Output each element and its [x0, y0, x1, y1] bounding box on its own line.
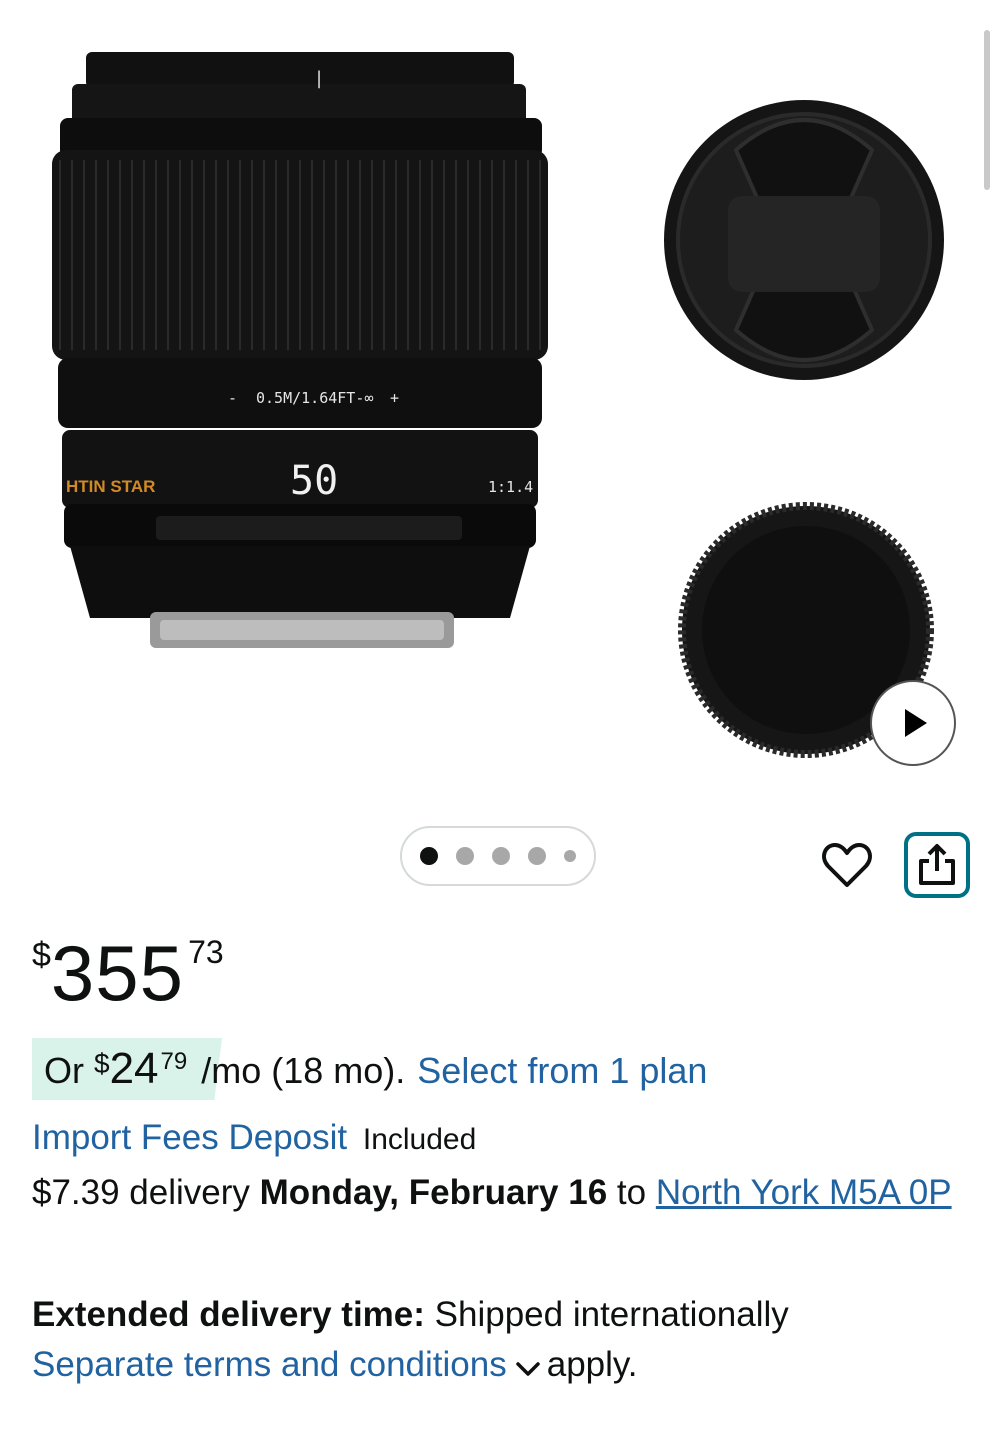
share-button[interactable] — [904, 832, 970, 898]
play-icon — [905, 709, 927, 737]
price-whole: 355 — [50, 929, 185, 1017]
extended-delivery-text: Shipped internationally — [434, 1295, 789, 1334]
terms-link[interactable]: Separate terms and conditions — [32, 1345, 507, 1384]
carousel-dot-1[interactable] — [420, 847, 438, 865]
price-fraction: 73 — [188, 934, 224, 970]
lens-focus-scale: 0.5M/1.64FT-∞ — [256, 389, 373, 407]
delivery-date: Monday, February 16 — [259, 1173, 608, 1212]
delivery-to: to — [616, 1173, 647, 1212]
price-currency: $ — [32, 936, 51, 974]
terms-apply-text: apply. — [546, 1345, 638, 1384]
heart-icon — [822, 843, 872, 887]
installment-whole: 24 — [109, 1044, 159, 1093]
carousel-dot-5[interactable] — [564, 850, 576, 862]
svg-text:-: - — [228, 389, 237, 407]
carousel-dot-3[interactable] — [492, 847, 510, 865]
lens-brand: HTIN STAR — [66, 477, 155, 496]
select-plan-link[interactable]: Select from 1 plan — [417, 1050, 707, 1092]
price: $ 355 73 — [32, 928, 224, 1018]
svg-text:+: + — [390, 389, 399, 407]
import-fees-status: Included — [362, 1123, 477, 1156]
delivery-location-link[interactable]: North York M5A 0P — [656, 1173, 952, 1212]
front-cap-image — [664, 100, 944, 380]
import-fees: Import Fees Deposit Included — [32, 1118, 476, 1158]
installment-fraction: 79 — [160, 1048, 188, 1075]
product-image-gallery[interactable]: | - 0.5M/1.64FT-∞ + 50 HTIN STAR 1:1.4 — [0, 0, 998, 800]
chevron-down-icon[interactable] — [515, 1342, 541, 1392]
installment-currency: $ — [94, 1048, 110, 1079]
play-video-button[interactable] — [870, 680, 956, 766]
add-to-list-button[interactable] — [820, 838, 874, 892]
image-carousel-indicator[interactable] — [400, 826, 596, 886]
extended-delivery-label: Extended delivery time: — [32, 1295, 425, 1334]
carousel-dot-2[interactable] — [456, 847, 474, 865]
installment-suffix: /mo (18 mo). — [201, 1050, 406, 1091]
carousel-dot-4[interactable] — [528, 847, 546, 865]
share-icon — [919, 844, 955, 885]
installment-prefix: Or — [44, 1050, 84, 1091]
lens-aperture: 1:1.4 — [488, 478, 533, 496]
import-fees-link[interactable]: Import Fees Deposit — [32, 1118, 347, 1157]
lens-focal-length: 50 — [290, 458, 338, 504]
svg-text:|: | — [316, 68, 322, 89]
extended-delivery: Extended delivery time: Shipped internat… — [32, 1290, 962, 1392]
product-image: | - 0.5M/1.64FT-∞ + 50 HTIN STAR 1:1.4 — [52, 52, 944, 758]
lens-image: | - 0.5M/1.64FT-∞ + 50 HTIN STAR 1:1.4 — [52, 52, 548, 648]
installment-offer: Or $ 24 79 /mo (18 mo). Select from 1 pl… — [44, 1044, 707, 1094]
delivery-info: $7.39 delivery Monday, February 16 to No… — [32, 1170, 962, 1216]
delivery-cost: $7.39 delivery — [32, 1173, 250, 1212]
